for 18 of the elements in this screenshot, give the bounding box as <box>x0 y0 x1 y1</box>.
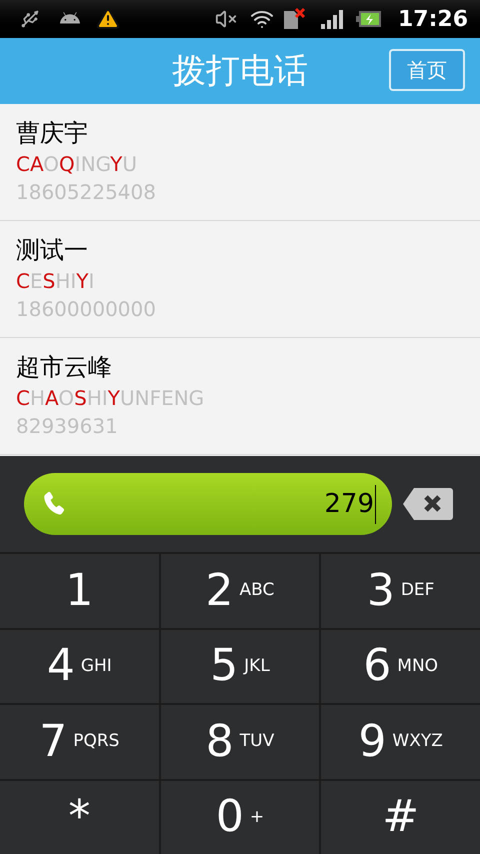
backspace-button[interactable] <box>402 487 454 521</box>
dial-number-field[interactable]: 279 <box>24 473 392 535</box>
contact-name: 测试一 <box>16 235 89 265</box>
usb-icon <box>20 8 40 30</box>
contact-name: 超市云峰 <box>16 352 113 382</box>
mute-icon <box>214 8 238 30</box>
backspace-icon <box>402 487 454 521</box>
sim-missing-icon <box>282 7 308 31</box>
signal-icon <box>320 8 344 30</box>
page-title: 拨打电话 <box>172 50 308 92</box>
contact-name: 曹庆宇 <box>16 118 89 148</box>
dial-key[interactable]: # <box>321 780 480 854</box>
dial-key[interactable]: 0+ <box>160 780 320 854</box>
clock-time: 17:26 <box>398 6 468 34</box>
dialed-number: 279 <box>324 484 376 524</box>
dial-key[interactable]: 1 <box>0 554 159 628</box>
dial-key[interactable]: * <box>0 780 159 854</box>
battery-icon <box>356 10 382 28</box>
